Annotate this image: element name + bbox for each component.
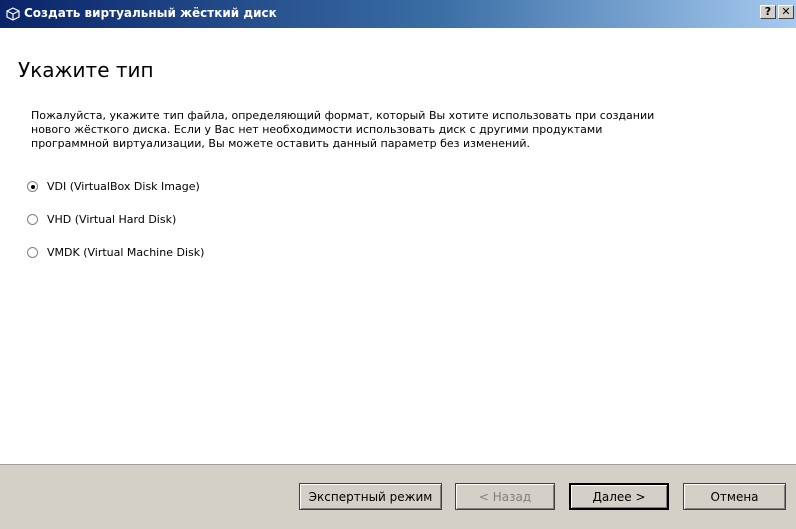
option-vhd[interactable]: VHD (Virtual Hard Disk): [27, 211, 176, 227]
option-vmdk-label: VMDK (Virtual Machine Disk): [47, 245, 205, 259]
cancel-button[interactable]: Отмена: [683, 483, 786, 510]
option-vdi[interactable]: VDI (VirtualBox Disk Image): [27, 178, 200, 194]
option-vdi-label: VDI (VirtualBox Disk Image): [47, 179, 200, 193]
next-button[interactable]: Далее >: [569, 483, 669, 510]
radio-vdi[interactable]: [27, 180, 38, 192]
description-line: нового жёсткого диска. Если у Вас нет не…: [31, 123, 603, 136]
help-button[interactable]: ?: [760, 5, 776, 19]
button-bar: Экспертный режим < Назад Далее > Отмена: [0, 464, 796, 529]
window-title: Создать виртуальный жёсткий диск: [24, 6, 277, 20]
radio-vhd[interactable]: [27, 213, 38, 225]
back-button[interactable]: < Назад: [455, 483, 555, 510]
virtualbox-icon: [6, 7, 20, 21]
close-button[interactable]: ✕: [778, 5, 794, 19]
description-line: Пожалуйста, укажите тип файла, определяю…: [31, 109, 655, 122]
title-bar[interactable]: Создать виртуальный жёсткий диск ? ✕: [0, 0, 796, 28]
expert-mode-button[interactable]: Экспертный режим: [299, 483, 442, 510]
option-vhd-label: VHD (Virtual Hard Disk): [47, 212, 177, 226]
page-title: Укажите тип: [18, 58, 154, 82]
radio-vmdk[interactable]: [27, 246, 38, 258]
description-text: Пожалуйста, укажите тип файла, определяю…: [31, 109, 791, 151]
description-line: программной виртуализации, Вы можете ост…: [31, 137, 531, 150]
option-vmdk[interactable]: VMDK (Virtual Machine Disk): [27, 244, 204, 260]
dialog-window: Создать виртуальный жёсткий диск ? ✕ Ука…: [0, 0, 796, 529]
